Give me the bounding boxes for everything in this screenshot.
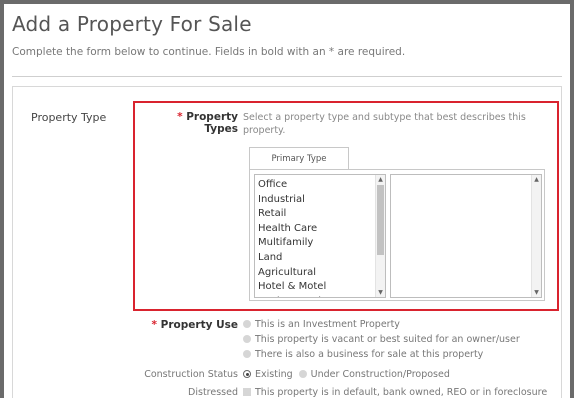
list-item[interactable]: Agricultural: [258, 266, 385, 281]
option-label: This property is vacant or best suited f…: [255, 334, 520, 345]
distressed-option[interactable]: This property is in default, bank owned,…: [243, 387, 547, 398]
list-item[interactable]: Health Care: [258, 222, 385, 237]
subtype-scrollbar[interactable]: ▲ ▼: [531, 175, 541, 297]
property-use-option-2[interactable]: This property is vacant or best suited f…: [243, 334, 520, 345]
option-label: There is also a business for sale at thi…: [255, 349, 484, 360]
construction-status-label: Construction Status: [144, 369, 238, 380]
option-label: This property is in default, bank owned,…: [255, 387, 548, 398]
subtype-listbox[interactable]: ▲ ▼: [390, 174, 542, 298]
radio-checked-icon[interactable]: [243, 370, 251, 378]
scroll-thumb[interactable]: [377, 185, 384, 255]
option-existing[interactable]: Existing: [255, 369, 293, 380]
property-use-label: * Property Use: [143, 319, 238, 331]
radio-icon[interactable]: [243, 350, 251, 358]
list-item[interactable]: Hotel & Motel: [258, 280, 385, 295]
scroll-down-icon[interactable]: ▼: [532, 288, 541, 297]
section-label-property-type: Property Type: [31, 111, 107, 124]
page-title: Add a Property For Sale: [12, 12, 252, 36]
tab-primary-type[interactable]: Primary Type: [249, 147, 349, 169]
required-star: *: [151, 319, 158, 331]
required-star: *: [177, 111, 183, 123]
checkbox-icon[interactable]: [243, 388, 251, 396]
primary-type-list: Office Industrial Retail Health Care Multifa…: [255, 175, 385, 297]
list-item[interactable]: Retail: [258, 207, 385, 222]
option-under-construction[interactable]: Under Construction/Proposed: [311, 369, 450, 380]
scroll-up-icon[interactable]: ▲: [532, 175, 541, 184]
divider: [12, 76, 562, 77]
primary-type-scrollbar[interactable]: ▲ ▼: [375, 175, 385, 297]
radio-icon[interactable]: [243, 320, 251, 328]
scroll-up-icon[interactable]: ▲: [376, 175, 385, 184]
list-item[interactable]: Senior Housing: [258, 295, 385, 297]
property-types-label: * Property Types: [143, 111, 238, 135]
list-item[interactable]: Office: [258, 178, 385, 193]
radio-icon[interactable]: [298, 370, 307, 378]
option-label: This is an Investment Property: [255, 319, 400, 330]
form-window: Add a Property For Sale Complete the for…: [4, 4, 570, 398]
property-types-label-text: Property Types: [186, 111, 238, 135]
property-use-label-text: Property Use: [160, 319, 238, 331]
radio-icon[interactable]: [243, 335, 251, 343]
construction-status-options: Existing Under Construction/Proposed: [243, 369, 450, 380]
property-use-option-3[interactable]: There is also a business for sale at thi…: [243, 349, 483, 360]
property-use-option-1[interactable]: This is an Investment Property: [243, 319, 400, 330]
list-item[interactable]: Land: [258, 251, 385, 266]
list-item[interactable]: Industrial: [258, 193, 385, 208]
list-item[interactable]: Multifamily: [258, 236, 385, 251]
distressed-label: Distressed: [188, 387, 238, 398]
scroll-down-icon[interactable]: ▼: [376, 288, 385, 297]
property-types-help: Select a property type and subtype that …: [243, 112, 526, 136]
form-panel: Property Type * Property Types Select a …: [12, 86, 562, 398]
primary-type-listbox[interactable]: Office Industrial Retail Health Care Multifa…: [254, 174, 386, 298]
tab-pane-primary-type: Office Industrial Retail Health Care Multifa…: [249, 169, 545, 301]
page-subtitle: Complete the form below to continue. Fie…: [12, 46, 406, 58]
